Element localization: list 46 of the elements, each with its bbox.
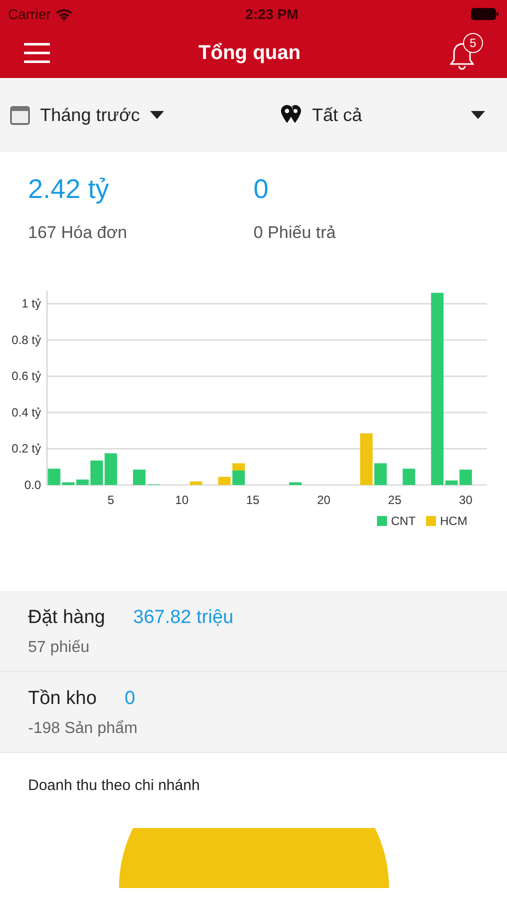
map-pins-icon (280, 105, 302, 125)
y-axis-label: 1 tỷ (22, 296, 41, 311)
summary-caption: 167 Hóa đơn (28, 223, 128, 243)
screen-title: Tổng quan (198, 42, 301, 64)
y-axis-label: 0.0 (24, 478, 41, 492)
detail-caption: -198 Sản phẩm (28, 720, 138, 738)
bar (402, 468, 416, 485)
menu-icon[interactable] (24, 43, 50, 63)
bar (48, 468, 60, 485)
x-axis-label: 25 (388, 493, 402, 507)
detail-caption: 57 phiếu (28, 639, 90, 657)
y-axis-label: 0.2 tỷ (12, 442, 41, 456)
detail-label: Đặt hàng (28, 607, 106, 629)
battery-icon (470, 8, 499, 20)
legend-swatch (377, 516, 387, 526)
bar (289, 482, 302, 485)
calendar-icon (10, 105, 30, 125)
x-axis-label: 20 (317, 493, 330, 507)
caret-icon (150, 111, 164, 119)
section-title: Doanh thu theo chi nhánh (27, 776, 201, 794)
detail-label: Tồn kho (28, 688, 97, 710)
wifi-icon (54, 8, 73, 20)
x-axis-label: 10 (175, 493, 189, 507)
summary-value: 2.42 tỷ (28, 174, 110, 205)
summary-value: 0 (254, 174, 270, 205)
x-axis-label: 5 (108, 493, 114, 507)
carrier-name: Carrier (8, 6, 51, 22)
summary-caption: 0 Phiếu trả (254, 223, 337, 243)
detail-value: 367.82 triệu (133, 607, 234, 629)
status-time: 2:23 PM (245, 6, 298, 22)
filter-dropdown[interactable]: Tháng trước (10, 104, 190, 126)
bar (190, 481, 202, 485)
legend-swatch (426, 516, 436, 526)
bar (133, 470, 146, 485)
caret-icon (471, 111, 485, 119)
legend-label: CNT (391, 514, 416, 528)
bar (104, 453, 118, 485)
y-axis-label: 0.6 tỷ (12, 369, 41, 384)
y-axis-label: 0.4 tỷ (12, 405, 41, 420)
detail-value: 0 (124, 688, 136, 710)
filter-dropdown[interactable]: Tất cả (280, 104, 485, 126)
x-axis-label: 15 (246, 493, 260, 507)
x-axis-label: 30 (459, 493, 472, 507)
y-axis-label: 0.8 tỷ (12, 332, 41, 347)
notification-badge: 5 (462, 33, 483, 53)
legend-label: HCM (440, 514, 468, 528)
